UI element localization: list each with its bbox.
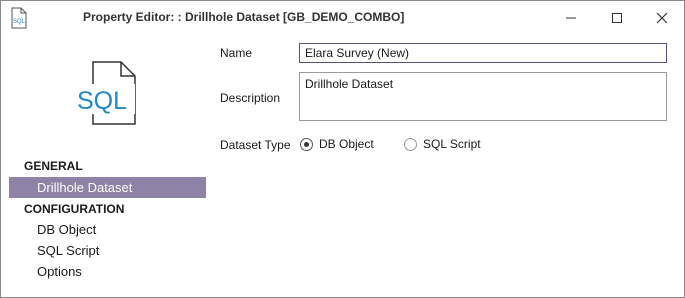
radio-unchecked-icon bbox=[404, 137, 417, 151]
close-icon bbox=[656, 12, 668, 24]
minimize-button[interactable] bbox=[548, 1, 594, 35]
section-header-general: GENERAL bbox=[24, 159, 83, 173]
window-title: Property Editor: : Drillhole Dataset [GB… bbox=[83, 10, 405, 24]
section-header-configuration: CONFIGURATION bbox=[24, 202, 125, 216]
radio-db-object-label: DB Object bbox=[319, 137, 374, 151]
maximize-icon bbox=[612, 13, 622, 23]
radio-db-object[interactable]: DB Object bbox=[300, 137, 374, 151]
property-editor-window: SQL Property Editor: : Drillhole Dataset… bbox=[0, 0, 685, 298]
description-textarea[interactable]: Drillhole Dataset bbox=[299, 72, 667, 121]
sidebar-item-drillhole-dataset[interactable]: Drillhole Dataset bbox=[9, 177, 206, 198]
svg-text:SQL: SQL bbox=[13, 19, 26, 25]
sidebar-item-db-object[interactable]: DB Object bbox=[9, 219, 206, 240]
name-input[interactable]: Elara Survey (New) bbox=[299, 43, 667, 63]
description-label: Description bbox=[220, 91, 281, 105]
name-label: Name bbox=[220, 46, 253, 60]
radio-checked-icon bbox=[300, 137, 313, 151]
dataset-type-label: Dataset Type bbox=[220, 138, 291, 152]
sql-file-icon: SQL bbox=[75, 60, 141, 126]
sidebar-item-options[interactable]: Options bbox=[9, 261, 206, 282]
close-button[interactable] bbox=[639, 1, 685, 35]
sidebar-item-sql-script[interactable]: SQL Script bbox=[9, 240, 206, 261]
maximize-button[interactable] bbox=[594, 1, 640, 35]
svg-text:SQL: SQL bbox=[77, 87, 127, 115]
radio-sql-script-label: SQL Script bbox=[423, 137, 481, 151]
sql-file-app-icon: SQL bbox=[9, 7, 29, 29]
title-bar[interactable]: SQL Property Editor: : Drillhole Dataset… bbox=[1, 1, 684, 35]
radio-sql-script[interactable]: SQL Script bbox=[404, 137, 481, 151]
minimize-icon bbox=[566, 17, 576, 19]
